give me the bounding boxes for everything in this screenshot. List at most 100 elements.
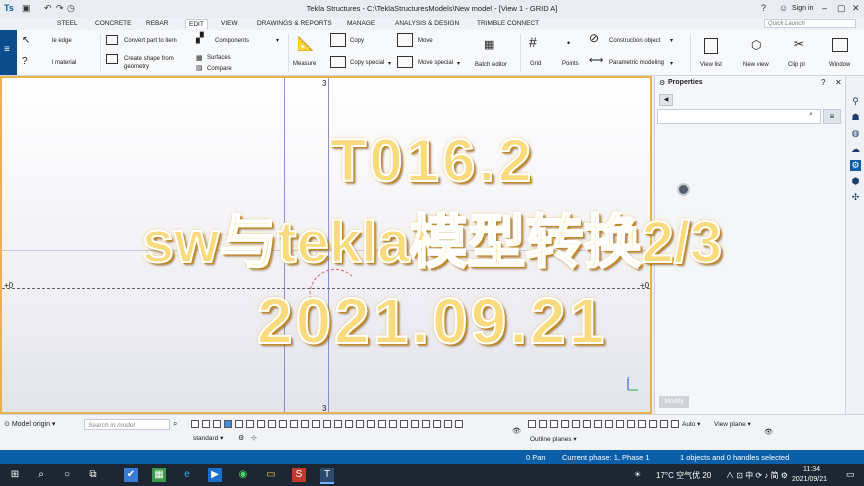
query-icon[interactable]: ? [22,56,28,67]
sign-in-link[interactable]: Sign in [792,5,813,12]
copy-special-button[interactable]: Copy special [350,60,384,66]
edge-browser-icon[interactable]: e [180,468,194,482]
chevron-down-icon[interactable]: ▾ [457,60,460,67]
quick-launch-input[interactable]: Quick Launch [764,19,856,28]
ribbon-separator [288,34,289,72]
snap-switches[interactable] [528,420,682,428]
tab-concrete[interactable]: CONCRETE [92,19,134,28]
modify-button[interactable]: Modify [659,396,689,408]
clip-plane-button[interactable]: Clip pl [788,62,805,68]
chevron-down-icon[interactable]: ▾ [276,37,279,44]
close-icon[interactable]: ✕ [852,3,860,14]
create-shape-line2[interactable]: geometry [124,64,149,70]
search-icon: ⌕ [809,111,813,118]
tab-trimble-connect[interactable]: TRIMBLE CONNECT [474,19,542,28]
file-explorer-icon[interactable]: ▭ [264,468,278,482]
standard-dropdown[interactable]: standard ▾ [193,434,233,444]
surfaces-button[interactable]: Surfaces [207,55,231,61]
cortana-icon[interactable]: ○ [60,468,74,482]
clip-plane-icon: ✂ [794,37,805,51]
batch-editor-button[interactable]: Batch editor [475,62,507,68]
select-arrow-icon[interactable]: ↖ [22,35,30,46]
wechat-icon[interactable]: ◉ [236,468,250,482]
view-list-button[interactable]: View list [700,62,722,68]
copy-icon [330,33,346,47]
tab-drawings-reports[interactable]: DRAWINGS & REPORTS [254,19,335,28]
convert-part-button[interactable]: Convert part to item [124,38,177,44]
construction-object-button[interactable]: Construction object [609,38,660,44]
new-view-button[interactable]: New view [743,62,769,68]
maximize-icon[interactable]: ▢ [837,3,846,14]
clock-time[interactable]: 11:34 [803,466,820,473]
measure-button[interactable]: Measure [293,61,316,67]
user-icon[interactable]: ☺ [779,3,788,13]
tab-view[interactable]: VIEW [218,19,241,28]
tab-analysis-design[interactable]: ANALYSIS & DESIGN [392,19,462,28]
meeting-icon[interactable]: ▶ [208,468,222,482]
properties-search-input[interactable]: ⌕ [657,109,821,124]
move-special-button[interactable]: Move special [418,60,453,66]
window-button[interactable]: Window [829,62,850,68]
tab-rebar[interactable]: REBAR [143,19,171,28]
phase-status[interactable]: Current phase: 1, Phase 1 [562,453,650,462]
points-button[interactable]: Points [562,61,579,67]
measure-icon: 📐 [297,35,315,51]
weather-text[interactable]: 17°C 空气优 20 [656,470,711,481]
menu-icon[interactable]: ≡ [4,44,10,55]
settings-icon[interactable]: ⚙ [238,434,244,442]
model-origin-label: Model origin [11,421,50,428]
help-icon[interactable]: ? [761,3,766,13]
chevron-down-icon[interactable]: ▾ [388,60,391,67]
minimize-icon[interactable]: – [822,3,827,13]
connect-icon[interactable]: ⚲ [850,96,861,107]
app-icon[interactable]: ✔ [124,468,138,482]
selection-switches[interactable] [191,420,466,428]
side-menu-strip[interactable]: ≡ [0,30,17,75]
chevron-down-icon[interactable]: ▾ [670,60,673,67]
move-button[interactable]: Move [418,38,433,44]
auto-dropdown[interactable]: Auto ▾ [682,420,700,428]
solidworks-icon[interactable]: S [292,468,306,482]
catalog-icon[interactable]: ☗ [850,112,861,123]
outline-planes-dropdown[interactable]: Outline planes ▾ [530,435,577,443]
copy-button[interactable]: Copy [350,38,364,44]
tab-manage[interactable]: MANAGE [344,19,378,28]
compare-button[interactable]: Compare [207,66,232,72]
list-view-button[interactable]: ≡ [823,109,841,124]
gear-icon: ⚙ [659,80,666,87]
parametric-modeling-icon: ⟷ [589,55,604,66]
tab-steel[interactable]: STEEL [54,19,81,28]
components-button[interactable]: Components [215,38,249,44]
filter-icon[interactable]: ⊹ [251,434,257,442]
grid-label-bottom: 3 [322,404,327,413]
search-icon[interactable]: ⌕ [173,419,177,429]
eye-icon[interactable]: 👁 [512,427,521,435]
svg-text:z: z [627,376,630,382]
create-shape-line1[interactable]: Create shape from [124,56,174,62]
close-icon[interactable]: ✕ [835,78,842,87]
model-origin-dropdown[interactable]: ⊙ Model origin ▾ [4,419,64,430]
clock-date[interactable]: 2021/09/21 [792,476,827,483]
bottom-toolbar: ⊙ Model origin ▾ Search in model ⌕ stand… [0,414,864,451]
tekla-taskbar-icon[interactable]: T [320,468,334,484]
notification-icon[interactable]: ▭ [846,469,855,480]
back-button[interactable]: ◀ [659,94,673,106]
tab-edit[interactable]: EDIT [185,19,208,29]
edge-label[interactable]: le edge [52,38,72,44]
origin-icon: ⊙ [4,421,10,428]
search-icon[interactable]: ⌕ [34,468,48,482]
view-plane-dropdown[interactable]: View plane ▾ [714,420,751,428]
start-icon[interactable]: ⊞ [8,468,22,482]
help-icon[interactable]: ? [821,78,825,87]
eye-icon[interactable]: 👁 [764,428,773,436]
material-label[interactable]: l material [52,60,76,66]
copy-special-icon [330,56,346,68]
surfaces-icon: ▦ [196,55,203,62]
system-tray[interactable]: ∧ ⊡ 中 ⟳ ♪ 简 ⚙ [726,470,788,481]
calculator-icon[interactable]: ▦ [152,468,166,482]
chevron-down-icon[interactable]: ▾ [670,37,673,44]
task-view-icon[interactable]: ⧉ [86,468,100,482]
search-in-model-input[interactable]: Search in model [84,419,170,430]
grid-button[interactable]: Grid [530,61,541,67]
parametric-modeling-button[interactable]: Parametric modeling [609,60,664,66]
